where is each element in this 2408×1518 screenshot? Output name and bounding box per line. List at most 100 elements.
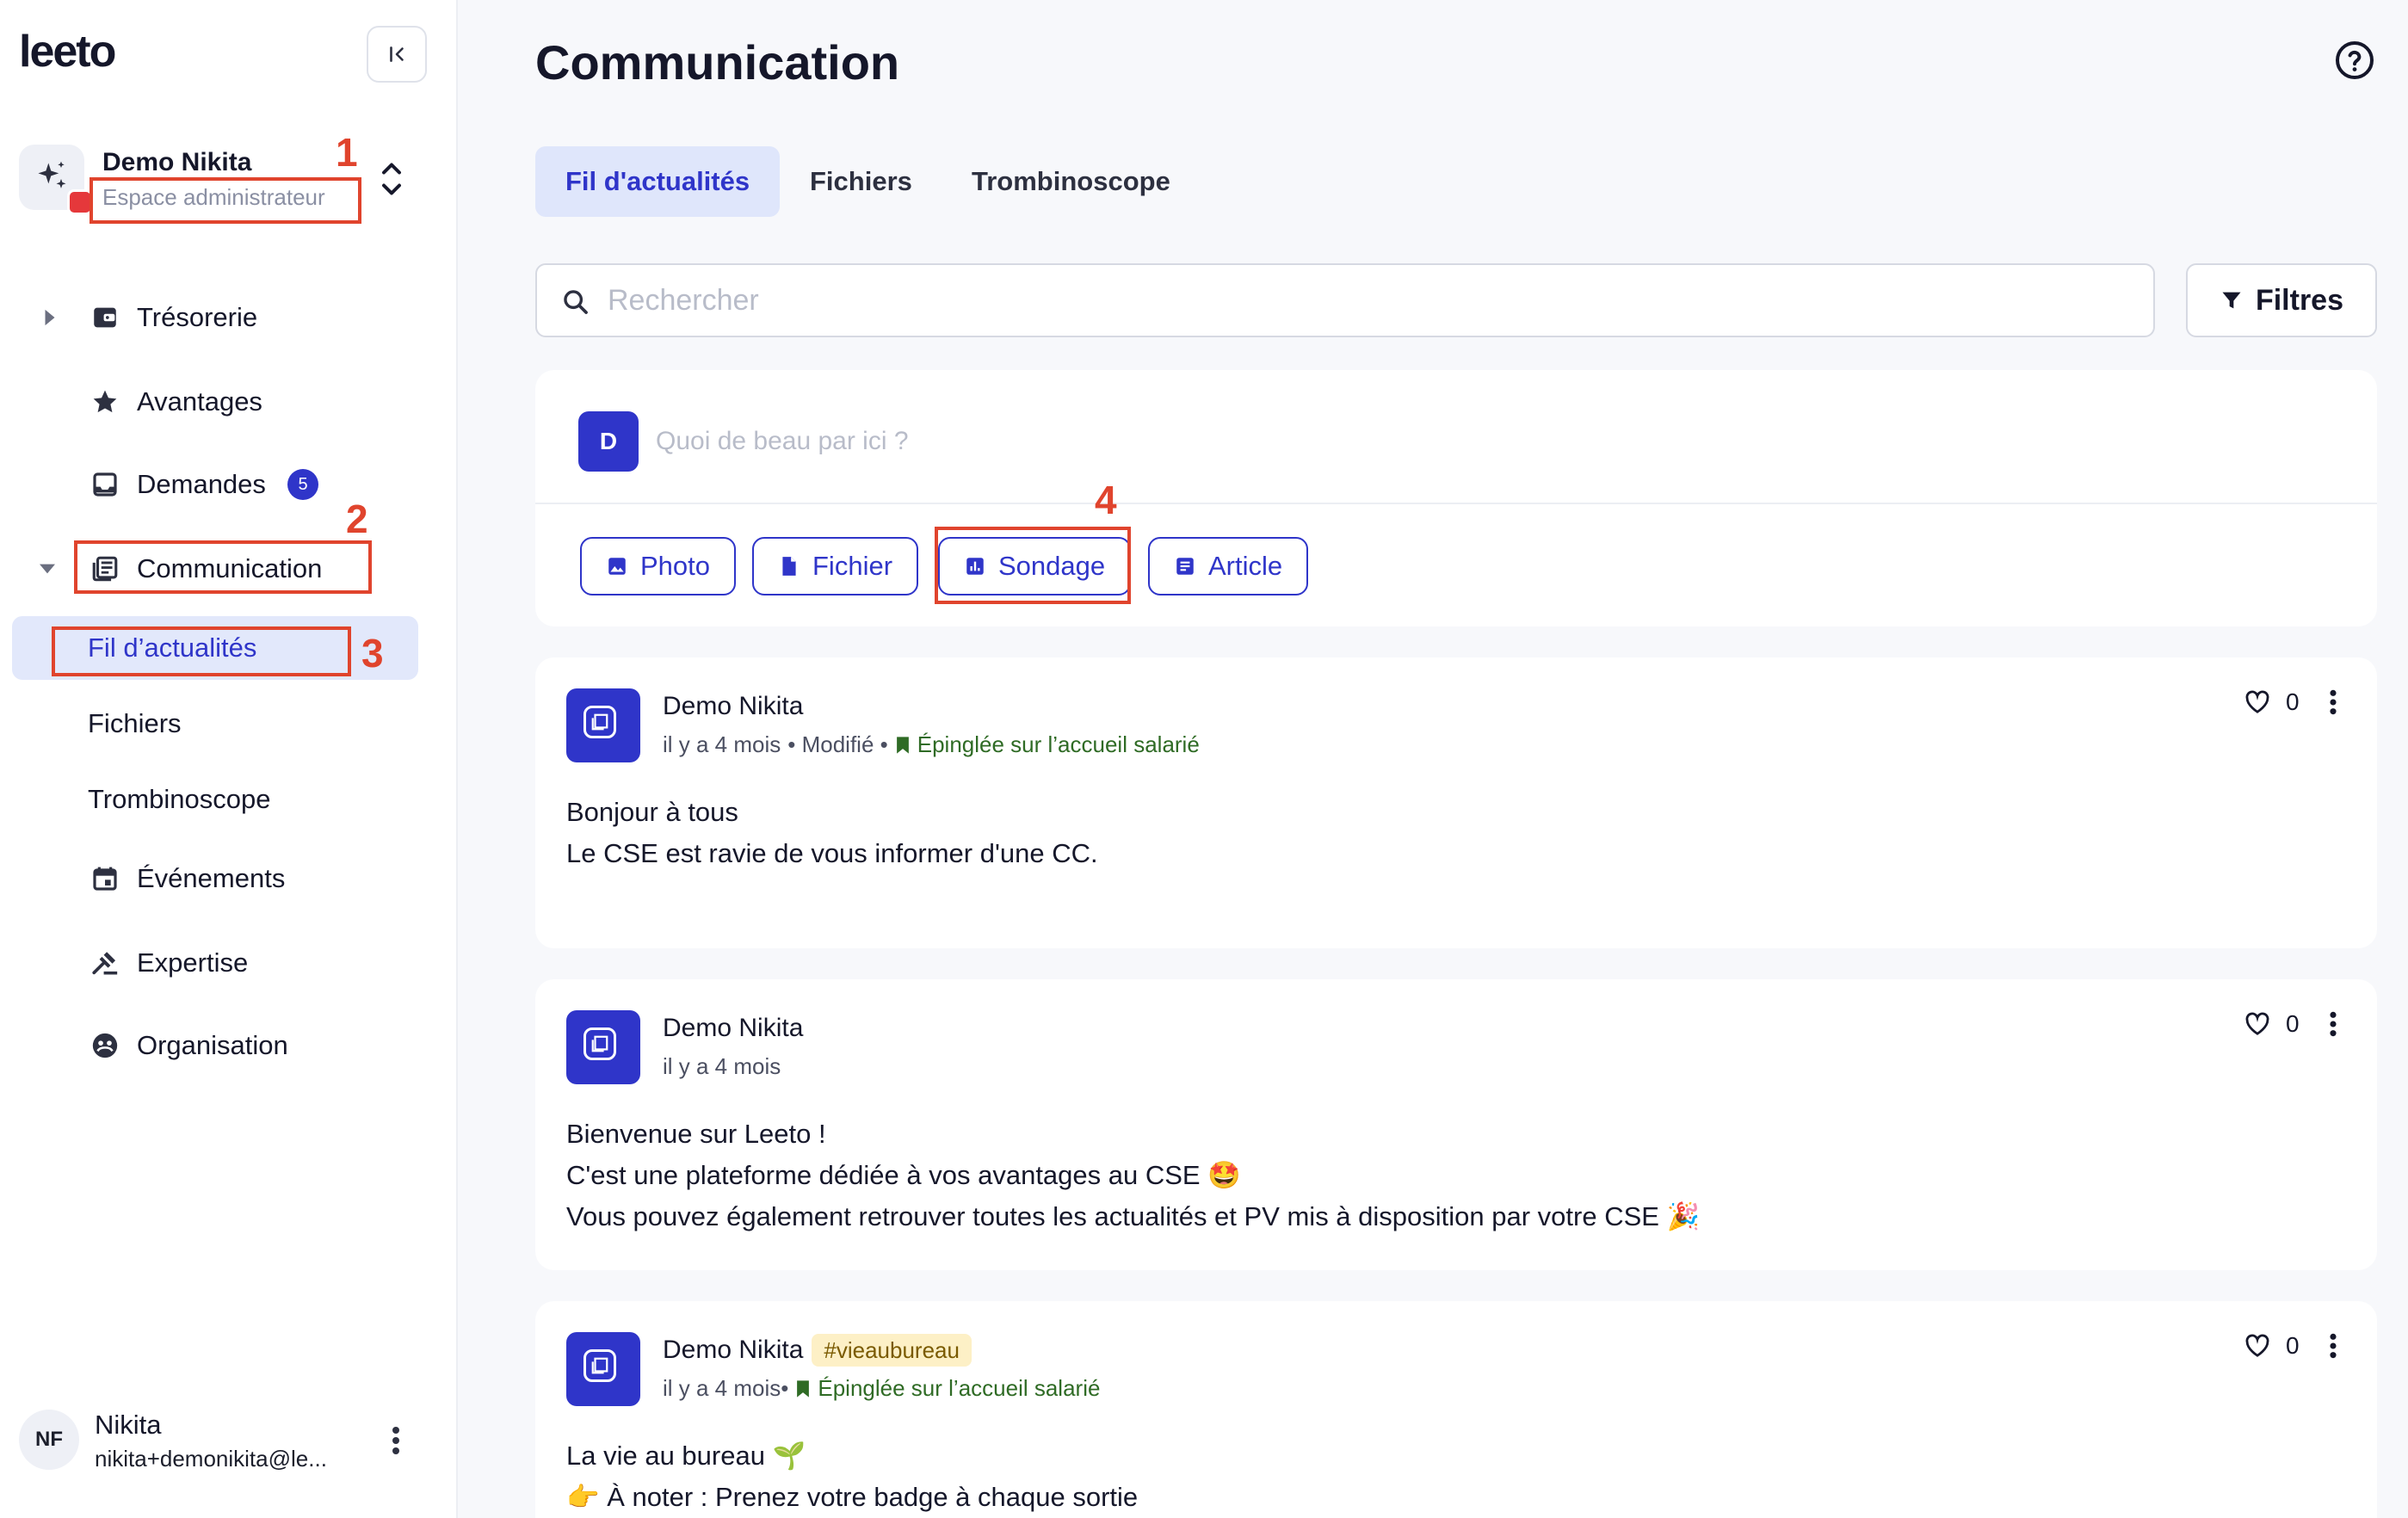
more-vertical-icon[interactable] bbox=[389, 1425, 403, 1456]
news-badge-icon bbox=[583, 706, 616, 738]
user-name: Nikita bbox=[95, 1410, 162, 1440]
post-author-name[interactable]: Demo Nikita bbox=[663, 1014, 803, 1043]
star-icon bbox=[90, 386, 120, 417]
demandes-count-badge: 5 bbox=[287, 469, 318, 500]
sidebar-item-label: Événements bbox=[137, 863, 286, 893]
caret-down-icon bbox=[40, 564, 55, 574]
sidebar-item-label: Expertise bbox=[137, 947, 249, 978]
search-icon bbox=[564, 290, 588, 314]
post-line: 👉 À noter : Prenez votre badge à chaque … bbox=[566, 1482, 1139, 1512]
article-button[interactable]: Article bbox=[1148, 537, 1309, 595]
tab-fil-actualites[interactable]: Fil d'actualités bbox=[535, 146, 781, 217]
sparkles-icon bbox=[38, 161, 66, 188]
sidebar-item-label: Trombinoscope bbox=[88, 784, 271, 814]
more-vertical-icon[interactable] bbox=[2327, 688, 2339, 716]
annotation-box-2 bbox=[74, 540, 372, 594]
post-content: La vie au bureau 🌱 👉 À noter : Prenez vo… bbox=[566, 1435, 1138, 1518]
post-meta: il y a 4 mois bbox=[663, 1053, 781, 1080]
more-vertical-icon[interactable] bbox=[2327, 1332, 2339, 1360]
heart-icon bbox=[2245, 1334, 2269, 1357]
like-count: 0 bbox=[2286, 688, 2300, 715]
annotation-number-2: 2 bbox=[346, 497, 368, 541]
pinned-label: Épinglée sur l’accueil salarié bbox=[917, 731, 1200, 757]
like-button[interactable]: 0 bbox=[2244, 688, 2300, 716]
sidebar-item-label: Avantages bbox=[137, 386, 262, 417]
like-button[interactable]: 0 bbox=[2244, 1332, 2300, 1360]
gavel-icon bbox=[90, 947, 120, 978]
leeto-logo[interactable]: leeto bbox=[19, 26, 116, 77]
annotation-box-4 bbox=[935, 527, 1131, 604]
user-account[interactable]: NF Nikita nikita+demonikita@le... bbox=[19, 1410, 432, 1487]
wallet-icon bbox=[90, 302, 120, 333]
news-badge-icon bbox=[583, 1027, 616, 1060]
sidebar-item-demandes[interactable]: Demandes 5 bbox=[0, 454, 458, 515]
photo-button[interactable]: Photo bbox=[580, 537, 737, 595]
post-author-name: Demo Nikita #vieaubureau bbox=[663, 1334, 972, 1367]
post-line: Bienvenue sur Leeto ! bbox=[566, 1119, 826, 1149]
sidebar-item-avantages[interactable]: Avantages bbox=[0, 372, 458, 432]
caret-right-icon bbox=[45, 309, 55, 326]
post-content: Bonjour à tous Le CSE est ravie de vous … bbox=[566, 792, 1098, 874]
post-line: Vous pouvez également retrouver toutes l… bbox=[566, 1201, 1701, 1231]
heart-icon bbox=[2245, 1012, 2269, 1035]
news-badge-icon bbox=[583, 1349, 616, 1382]
filter-icon bbox=[2222, 292, 2241, 309]
sidebar-item-label: Trésorerie bbox=[137, 302, 258, 332]
sidebar-item-organisation[interactable]: Organisation bbox=[0, 1015, 458, 1076]
post-content: Bienvenue sur Leeto ! C'est une platefor… bbox=[566, 1114, 1700, 1237]
sidebar-item-label: Fichiers bbox=[88, 708, 182, 738]
post-line: C'est une plateforme dédiée à vos avanta… bbox=[566, 1160, 1241, 1190]
search-input[interactable] bbox=[608, 277, 2122, 324]
filters-button[interactable]: Filtres bbox=[2186, 263, 2377, 337]
collapse-left-icon bbox=[390, 46, 404, 62]
more-vertical-icon[interactable] bbox=[2327, 1010, 2339, 1038]
post-line: Le CSE est ravie de vous informer d'une … bbox=[566, 838, 1098, 868]
sidebar-item-expertise[interactable]: Expertise bbox=[0, 933, 458, 993]
bookmark-icon bbox=[797, 1379, 810, 1398]
user-avatar: NF bbox=[19, 1410, 79, 1470]
inbox-icon bbox=[90, 469, 120, 500]
annotation-box-3 bbox=[52, 626, 351, 676]
annotation-number-3: 3 bbox=[361, 631, 384, 676]
feed-post: D Demo Nikita il y a 4 mois • Modifié • … bbox=[535, 657, 2377, 948]
annotation-box-1 bbox=[90, 177, 361, 224]
sidebar-item-label: Organisation bbox=[137, 1030, 288, 1060]
page-title: Communication bbox=[535, 35, 900, 89]
composer-avatar: D bbox=[578, 411, 639, 472]
tab-fichiers[interactable]: Fichiers bbox=[780, 146, 942, 217]
post-author-link[interactable]: Demo Nikita bbox=[663, 1336, 803, 1364]
annotation-number-1: 1 bbox=[336, 130, 358, 175]
filters-label: Filtres bbox=[2255, 283, 2344, 317]
post-time: il y a 4 mois bbox=[663, 731, 781, 757]
fichier-button[interactable]: Fichier bbox=[752, 537, 919, 595]
post-line: Bonjour à tous bbox=[566, 797, 738, 827]
sidebar-subitem-trombinoscope[interactable]: Trombinoscope bbox=[0, 769, 458, 830]
post-time: il y a 4 mois• bbox=[663, 1375, 789, 1401]
help-icon[interactable] bbox=[2334, 40, 2375, 81]
collapse-sidebar-button[interactable] bbox=[367, 26, 427, 83]
workspace-name: Demo Nikita bbox=[102, 148, 252, 176]
article-icon bbox=[1176, 558, 1194, 575]
hashtag-badge[interactable]: #vieaubureau bbox=[812, 1334, 972, 1367]
search-bar bbox=[535, 263, 2155, 337]
post-time: il y a 4 mois bbox=[663, 1053, 781, 1079]
article-label: Article bbox=[1208, 551, 1283, 581]
like-button[interactable]: 0 bbox=[2244, 1010, 2300, 1038]
bookmark-icon bbox=[896, 736, 909, 754]
post-line: La vie au bureau 🌱 bbox=[566, 1441, 806, 1471]
pinned-indicator: Épinglée sur l’accueil salarié bbox=[795, 1375, 1100, 1402]
sidebar-item-evenements[interactable]: Événements bbox=[0, 848, 458, 909]
pinned-label: Épinglée sur l’accueil salarié bbox=[818, 1375, 1101, 1401]
feed-post: D Demo Nikita#vieaubureau il y a 4 mois•… bbox=[535, 1301, 2377, 1518]
composer-input[interactable]: Quoi de beau par ici ? bbox=[656, 427, 909, 456]
image-icon bbox=[608, 558, 626, 575]
sidebar-item-tresorerie[interactable]: Trésorerie bbox=[0, 287, 458, 348]
sidebar: leeto Demo Nikita Espace administrateur … bbox=[0, 0, 458, 1518]
post-author-name[interactable]: Demo Nikita bbox=[663, 692, 803, 721]
annotation-number-4: 4 bbox=[1095, 478, 1117, 522]
file-icon bbox=[782, 557, 796, 576]
post-meta: il y a 4 mois • Modifié • Épinglée sur l… bbox=[663, 731, 1200, 758]
fichier-label: Fichier bbox=[812, 551, 893, 581]
sidebar-subitem-fichiers[interactable]: Fichiers bbox=[0, 694, 458, 754]
tab-trombinoscope[interactable]: Trombinoscope bbox=[942, 146, 1201, 217]
